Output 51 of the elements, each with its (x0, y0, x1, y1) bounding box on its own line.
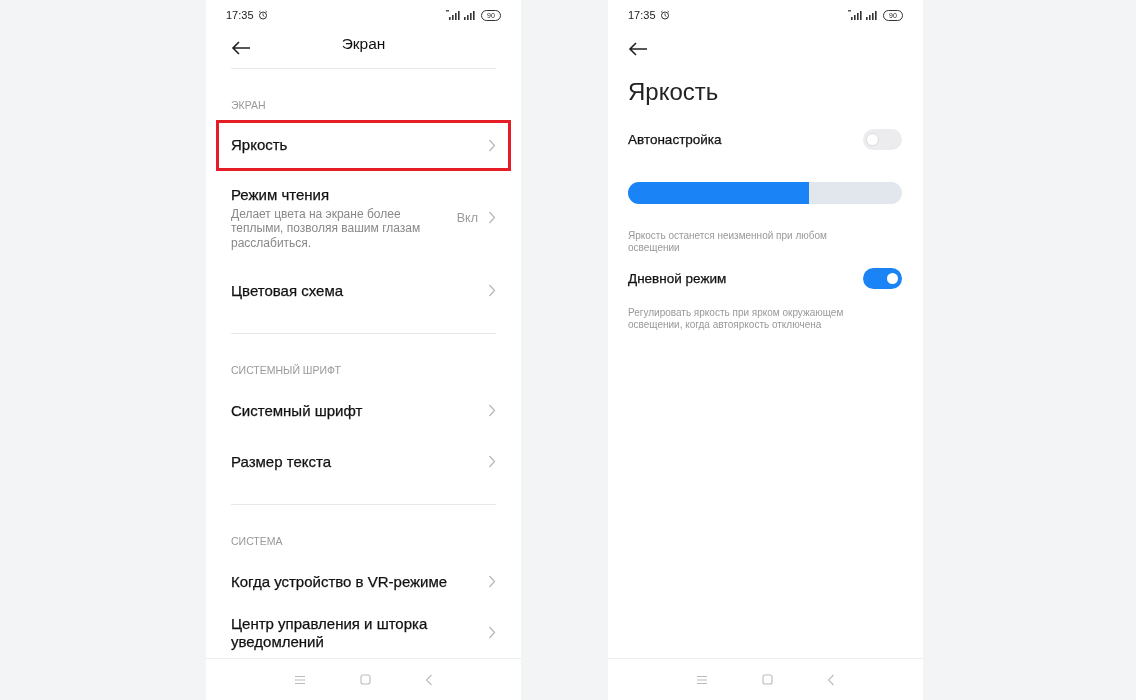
item-title: Центр управления и шторка уведомлений (231, 614, 429, 651)
section-heading: СИСТЕМНЫЙ ШРИФТ (231, 364, 342, 376)
settings-item[interactable]: Режим чтения Делает цвета на экране более теплыми, позволяя вашим глазам расслабиться. Вкл (216, 170, 511, 265)
item-title: Когда устройство в VR-режиме (231, 572, 449, 591)
option-label: Автонастройка (628, 131, 722, 147)
item-title: Режим чтения (231, 185, 331, 204)
signal-icon (866, 10, 877, 20)
item-title: Размер текста (231, 452, 333, 471)
settings-item[interactable]: Яркость (216, 119, 511, 171)
back-icon[interactable] (827, 673, 835, 686)
alarm-icon (257, 10, 268, 20)
chevron-icon (488, 138, 496, 152)
screen-title: Яркость (628, 77, 720, 107)
settings-item[interactable]: Центр управления и шторка уведомлений (216, 607, 511, 658)
back-arrow-icon[interactable] (628, 42, 648, 56)
settings-item[interactable]: Системный шрифт (216, 385, 511, 436)
item-title: Цветовая схема (231, 281, 345, 300)
item-description: Делает цвета на экране более теплыми, позволяя вашим глазам расслабиться. (231, 206, 422, 250)
chevron-icon (488, 455, 496, 468)
settings-item[interactable]: Цветовая схема (216, 265, 511, 316)
menu-icon[interactable] (294, 674, 306, 685)
option-label: Дневной режим (628, 270, 727, 286)
chevron-icon (488, 284, 496, 297)
toggle-switch[interactable] (863, 267, 902, 289)
section-heading: СИСТЕМА (231, 535, 284, 547)
chevron-icon (488, 404, 496, 417)
chevron-icon (488, 575, 496, 588)
toggle-switch[interactable] (863, 128, 902, 150)
back-icon[interactable] (425, 673, 433, 686)
signal-icon (464, 10, 475, 20)
status-time: 17:35 (226, 9, 254, 21)
chevron-icon (488, 626, 496, 639)
home-icon[interactable] (360, 674, 371, 685)
brightness-slider[interactable] (628, 182, 902, 204)
home-icon[interactable] (762, 674, 773, 685)
signal-icon (446, 10, 460, 20)
section-heading: ЭКРАН (231, 98, 267, 111)
item-title: Яркость (231, 136, 289, 154)
item-value: Вкл (456, 210, 478, 225)
item-title: Системный шрифт (231, 401, 364, 420)
screen-title: Экран (341, 34, 386, 53)
status-time: 17:35 (628, 9, 656, 21)
option-note: Регулировать яркость при ярком окружающем освещении, когда автояркость отключена (628, 307, 845, 331)
alarm-icon (659, 10, 670, 20)
option-note: Яркость останется неизменной при любом освещении (628, 230, 828, 254)
chevron-icon (488, 211, 496, 225)
menu-icon[interactable] (696, 674, 708, 685)
back-arrow-icon[interactable] (231, 41, 251, 55)
settings-item[interactable]: Размер текста (216, 436, 511, 487)
settings-item[interactable]: Когда устройство в VR-режиме (216, 556, 511, 607)
signal-icon (848, 10, 862, 20)
